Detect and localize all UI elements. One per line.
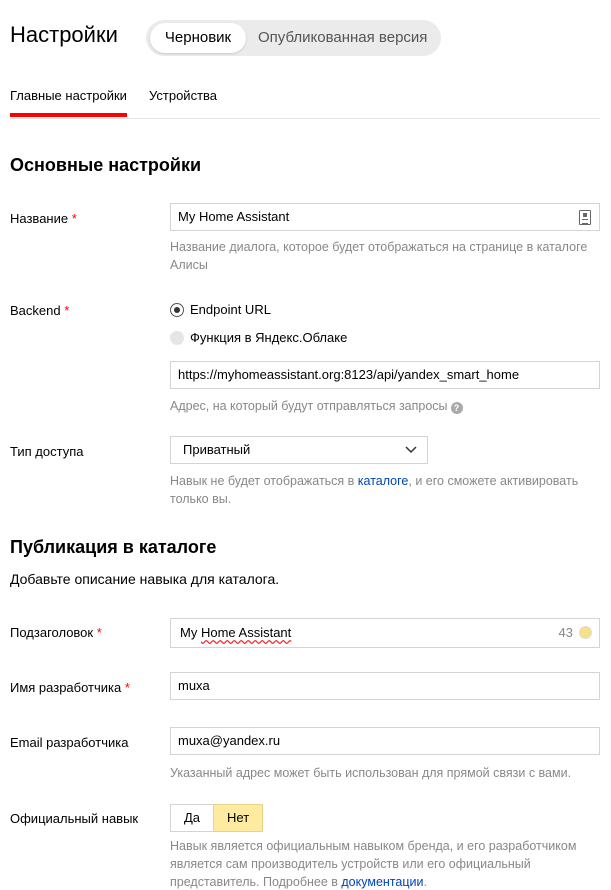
subtitle-value-misspelled: Home Assistant — [200, 625, 292, 640]
required-mark: * — [71, 211, 77, 226]
version-switch[interactable]: Черновик Опубликованная версия — [146, 20, 441, 56]
email-hint: Указанный адрес может быть использован д… — [170, 766, 572, 780]
developer-label-text: Имя разработчика — [10, 680, 122, 695]
access-type-select[interactable]: Приватный — [170, 436, 428, 464]
radio-checked-icon — [170, 303, 184, 317]
page-title: Настройки — [10, 22, 118, 47]
backend-label-text: Backend — [10, 303, 61, 318]
access-label: Тип доступа — [10, 444, 84, 459]
required-mark: * — [96, 625, 102, 640]
name-label: Название * — [10, 211, 77, 226]
subtitle-value: My — [180, 625, 201, 640]
name-label-text: Название — [10, 211, 69, 226]
access-hint-text: Навык не будет отображаться в — [170, 474, 358, 488]
backend-label: Backend * — [10, 303, 69, 318]
chevron-down-icon — [405, 438, 417, 471]
official-hint-text-end: . — [423, 875, 427, 889]
developer-label: Имя разработчика * — [10, 680, 130, 695]
counter-progress-icon — [579, 626, 592, 639]
access-type-value: Приватный — [183, 442, 251, 457]
name-input[interactable]: My Home Assistant — [170, 203, 600, 231]
required-mark: * — [124, 680, 130, 695]
official-yes-button[interactable]: Да — [170, 804, 215, 832]
subtitle-input[interactable]: My Home Assistant 43 — [170, 618, 600, 648]
section-title-main: Основные настройки — [10, 155, 202, 175]
email-field[interactable]: muxa@yandex.ru — [170, 727, 600, 755]
email-label: Email разработчика — [10, 735, 129, 750]
name-hint: Название диалога, которое будет отобража… — [170, 240, 588, 272]
contact-card-icon[interactable] — [579, 210, 591, 225]
section-title-catalog: Публикация в каталоге — [10, 537, 217, 557]
help-icon[interactable]: ? — [450, 402, 463, 414]
radio-cloud-function[interactable]: Функция в Яндекс.Облаке — [170, 330, 347, 348]
name-input-value: My Home Assistant — [178, 209, 290, 224]
backend-hint-text: Адрес, на который будут отправляться зап… — [170, 399, 448, 413]
radio-label: Функция в Яндекс.Облаке — [190, 330, 348, 345]
official-label: Официальный навык — [10, 811, 139, 826]
tabs: Главные настройки Устройства — [10, 88, 600, 119]
tab-devices[interactable]: Устройства — [149, 88, 217, 118]
developer-name-input[interactable]: muxa — [170, 672, 600, 700]
subtitle-label: Подзаголовок * — [10, 625, 102, 640]
radio-endpoint-url[interactable]: Endpoint URL — [170, 302, 271, 320]
access-hint: Навык не будет отображаться в каталоге, … — [170, 472, 605, 508]
published-version-option[interactable]: Опубликованная версия — [258, 23, 427, 53]
official-no-button[interactable]: Нет — [214, 804, 264, 832]
required-mark: * — [64, 303, 70, 318]
official-hint: Навык является официальным навыком бренд… — [170, 837, 605, 890]
subtitle-label-text: Подзаголовок — [10, 625, 94, 640]
backend-url-input[interactable]: https://myhomeassistant.org:8123/api/yan… — [170, 361, 600, 389]
tab-main-settings[interactable]: Главные настройки — [10, 88, 127, 118]
draft-version-option[interactable]: Черновик — [150, 23, 246, 53]
char-counter: 43 — [558, 625, 573, 640]
backend-hint: Адрес, на который будут отправляться зап… — [170, 397, 605, 415]
catalog-link[interactable]: каталоге — [358, 474, 409, 488]
official-toggle[interactable]: Да Нет — [170, 804, 264, 832]
catalog-description: Добавьте описание навыка для каталога. — [10, 571, 280, 587]
documentation-link[interactable]: документации — [341, 875, 423, 889]
radio-unchecked-icon — [170, 331, 184, 345]
radio-label: Endpoint URL — [190, 302, 271, 317]
